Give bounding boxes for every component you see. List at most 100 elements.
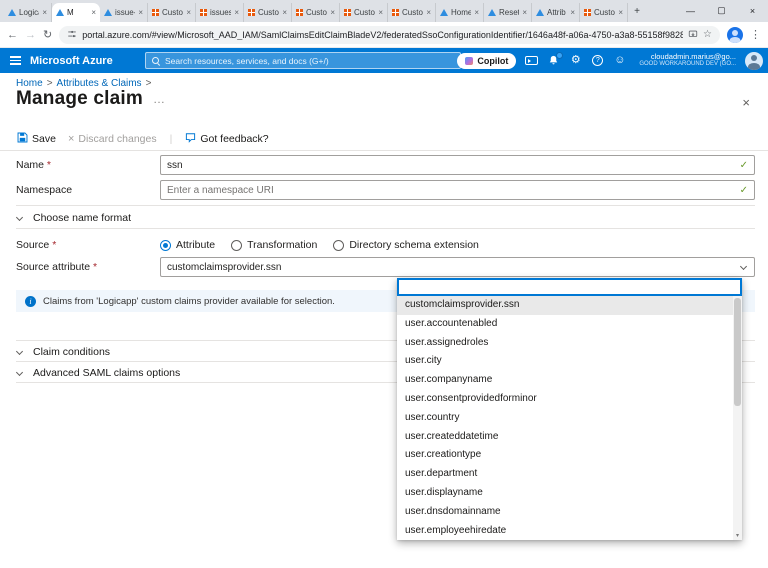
namespace-input[interactable] <box>167 185 734 196</box>
name-field[interactable]: ✓ <box>160 155 755 175</box>
tab-close-icon[interactable]: × <box>138 8 143 17</box>
search-input[interactable] <box>165 56 454 66</box>
dropdown-option[interactable]: user.creationtype <box>397 446 742 465</box>
source-attribute-combobox[interactable]: customclaimsprovider.ssn <box>160 257 755 277</box>
copilot-button[interactable]: Copilot <box>457 53 516 69</box>
advanced-saml-options-section[interactable]: Advanced SAML claims options <box>16 365 180 381</box>
tab-close-icon[interactable]: × <box>234 8 239 17</box>
browser-tab[interactable]: issue-× <box>100 3 148 22</box>
maximize-button[interactable]: ▢ <box>706 0 737 21</box>
source-attribute-row: Source attribute customclaimsprovider.ss… <box>0 257 768 277</box>
refresh-button[interactable]: ↻ <box>43 28 52 41</box>
dropdown-option[interactable]: user.country <box>397 409 742 428</box>
settings-gear-icon[interactable]: ⚙ <box>569 55 582 66</box>
browser-tab[interactable]: Custo× <box>148 3 196 22</box>
minimize-button[interactable]: — <box>675 0 706 21</box>
back-button[interactable]: ← <box>7 29 18 41</box>
azure-brand[interactable]: Microsoft Azure <box>30 55 113 67</box>
tab-title: Attrib <box>547 8 567 17</box>
context-menu-icon[interactable]: … <box>153 92 165 106</box>
dropdown-option[interactable]: user.employeehiredate <box>397 522 742 541</box>
notifications-bell-icon[interactable] <box>547 55 560 66</box>
cloud-shell-icon[interactable] <box>525 56 538 65</box>
account-tenant: GOOD WORKAROUND DEV (GO... <box>639 61 736 68</box>
tab-close-icon[interactable]: × <box>330 8 335 17</box>
feedback-button[interactable]: Got feedback? <box>182 130 271 148</box>
dropdown-option[interactable]: user.displayname <box>397 484 742 503</box>
tab-close-icon[interactable]: × <box>186 8 191 17</box>
save-button[interactable]: Save <box>14 130 59 148</box>
browser-tab-active[interactable]: M× <box>52 3 100 22</box>
tab-close-icon[interactable]: × <box>42 8 47 17</box>
forward-button[interactable]: → <box>25 29 36 41</box>
site-info-icon[interactable] <box>67 29 77 41</box>
discard-changes-button[interactable]: × Discard changes <box>65 131 160 147</box>
browser-tab[interactable]: issues× <box>196 3 244 22</box>
claim-conditions-section[interactable]: Claim conditions <box>16 344 110 360</box>
tab-title: Custo <box>306 8 327 17</box>
dropdown-option[interactable]: user.department <box>397 465 742 484</box>
browser-address-bar: ← → ↻ portal.azure.com/#view/Microsoft_A… <box>0 22 768 48</box>
dropdown-option[interactable]: user.city <box>397 352 742 371</box>
browser-tab[interactable]: Custo× <box>244 3 292 22</box>
browser-tab[interactable]: Attrib× <box>532 3 580 22</box>
account-avatar[interactable] <box>745 52 763 70</box>
tab-title: Custo <box>258 8 279 17</box>
tab-close-icon[interactable]: × <box>91 8 96 17</box>
new-tab-button[interactable]: + <box>628 3 646 21</box>
bookmark-star-icon[interactable]: ☆ <box>703 29 712 40</box>
browser-tab[interactable]: Custo× <box>388 3 436 22</box>
scrollbar-thumb[interactable] <box>734 298 741 406</box>
dropdown-option[interactable]: user.assignedroles <box>397 334 742 353</box>
scroll-down-icon[interactable]: ▾ <box>733 532 742 539</box>
browser-tab[interactable]: Reset× <box>484 3 532 22</box>
dropdown-filter-input[interactable] <box>397 278 742 296</box>
copilot-label: Copilot <box>477 56 508 66</box>
dropdown-option[interactable]: user.consentprovidedforminor <box>397 390 742 409</box>
tab-close-icon[interactable]: × <box>282 8 287 17</box>
browser-menu-icon[interactable]: ⋮ <box>750 28 761 41</box>
blade-close-icon[interactable]: × <box>742 95 750 110</box>
browser-tab[interactable]: Custo× <box>340 3 388 22</box>
name-input[interactable] <box>167 160 734 171</box>
tab-close-icon[interactable]: × <box>426 8 431 17</box>
browser-profile-avatar[interactable] <box>727 27 743 43</box>
grid-favicon-icon <box>584 9 591 16</box>
namespace-row: Namespace ✓ <box>0 180 768 200</box>
global-search[interactable] <box>145 52 461 69</box>
tab-close-icon[interactable]: × <box>570 8 575 17</box>
choose-name-format-section[interactable]: Choose name format <box>16 210 131 226</box>
tab-title: Custo <box>162 8 183 17</box>
send-icon[interactable] <box>688 29 698 41</box>
help-icon[interactable]: ? <box>591 55 604 66</box>
tab-close-icon[interactable]: × <box>522 8 527 17</box>
radio-icon <box>231 240 242 251</box>
browser-tab[interactable]: Custo× <box>292 3 340 22</box>
namespace-field[interactable]: ✓ <box>160 180 755 200</box>
feedback-smiley-icon[interactable]: ☺ <box>613 55 626 66</box>
window-close-button[interactable]: × <box>737 0 768 21</box>
source-option-attribute[interactable]: Attribute <box>160 239 215 251</box>
dropdown-option[interactable]: user.createddatetime <box>397 428 742 447</box>
dropdown-option[interactable]: user.companyname <box>397 371 742 390</box>
discard-icon: × <box>68 133 74 145</box>
source-row: Source Attribute Transformation Director… <box>0 235 768 255</box>
tab-close-icon[interactable]: × <box>618 8 623 17</box>
browser-tab[interactable]: Custo× <box>580 3 628 22</box>
dropdown-option-selected[interactable]: customclaimsprovider.ssn <box>397 296 742 315</box>
source-option-transformation[interactable]: Transformation <box>231 239 317 251</box>
account-info[interactable]: cloudadmin.marius@go... GOOD WORKAROUND … <box>639 52 736 68</box>
browser-tab[interactable]: Logica× <box>4 3 52 22</box>
url-text[interactable]: portal.azure.com/#view/Microsoft_AAD_IAM… <box>82 30 683 40</box>
tab-close-icon[interactable]: × <box>474 8 479 17</box>
dropdown-option[interactable]: user.dnsdomainname <box>397 503 742 522</box>
dropdown-option[interactable]: user.accountenabled <box>397 315 742 334</box>
dropdown-option-list: customclaimsprovider.ssn user.accountena… <box>397 296 742 540</box>
dropdown-scrollbar[interactable]: ▾ <box>733 296 742 540</box>
feedback-icon <box>185 132 196 146</box>
source-option-directory-schema-extension[interactable]: Directory schema extension <box>333 239 479 251</box>
tab-close-icon[interactable]: × <box>378 8 383 17</box>
hamburger-menu-icon[interactable] <box>10 56 21 64</box>
browser-tab[interactable]: Home× <box>436 3 484 22</box>
url-bar[interactable]: portal.azure.com/#view/Microsoft_AAD_IAM… <box>59 26 720 44</box>
